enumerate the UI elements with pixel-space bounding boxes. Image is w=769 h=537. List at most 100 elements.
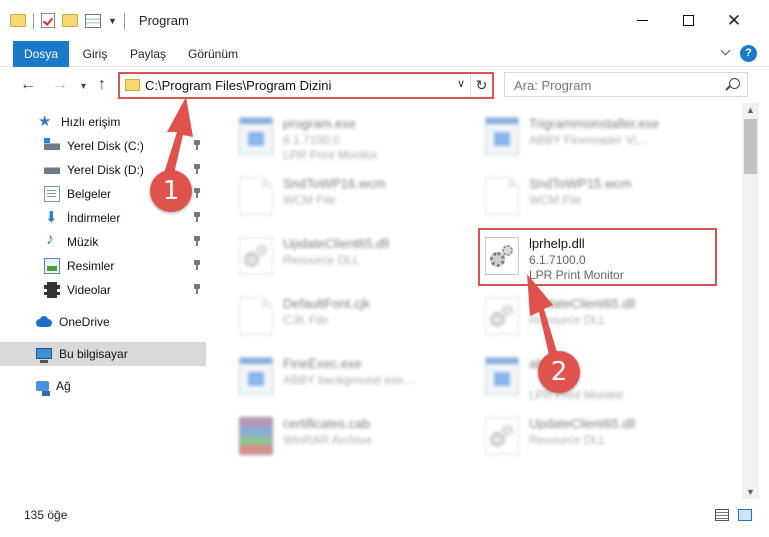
pin-icon[interactable] bbox=[193, 212, 201, 222]
sidebar-item-quick-access[interactable]: Hızlı erişim bbox=[0, 110, 206, 134]
sidebar-item-network[interactable]: Ağ bbox=[0, 374, 206, 398]
sidebar-item-this-pc[interactable]: Bu bilgisayar bbox=[0, 342, 206, 366]
file-item[interactable]: UpdateClient65.dll Resource DLL bbox=[233, 231, 465, 281]
file-item[interactable]: certificates.cab WinRAR Archive bbox=[233, 411, 465, 461]
network-icon bbox=[36, 381, 50, 396]
navigation-pane: Hızlı erişim Yerel Disk (C:) Yerel Disk … bbox=[0, 103, 207, 499]
window-title: Program bbox=[138, 13, 189, 28]
minimize-button[interactable] bbox=[619, 0, 665, 41]
file-list: program.exe 6.1.7100.0 LPR Print Monitor… bbox=[208, 103, 742, 499]
help-icon[interactable]: ? bbox=[740, 45, 757, 62]
tab-file[interactable]: Dosya bbox=[13, 41, 69, 67]
sidebar-item-label: Yerel Disk (C:) bbox=[67, 139, 144, 153]
file-name: UpdateClient65.dll bbox=[283, 236, 390, 251]
dll-icon bbox=[485, 297, 519, 335]
navigation-bar: ← → ▾ ↑ C:\Program Files\Program Dizini … bbox=[0, 67, 769, 103]
file-item[interactable]: UpdateClient65.dll Resource DLL bbox=[479, 291, 711, 341]
item-count: 135 öğe bbox=[24, 508, 68, 522]
file-item[interactable]: program.exe 6.1.7100.0 LPR Print Monitor bbox=[233, 111, 465, 162]
file-name: program.exe bbox=[283, 116, 356, 131]
sidebar-item-label: Videolar bbox=[67, 283, 111, 297]
computer-icon bbox=[36, 347, 52, 363]
exe-icon bbox=[485, 357, 519, 395]
sidebar-item-videos[interactable]: Videolar bbox=[0, 278, 206, 302]
sidebar-item-onedrive[interactable]: OneDrive bbox=[0, 310, 206, 334]
file-detail: Resource DLL bbox=[529, 433, 606, 447]
pictures-icon bbox=[44, 258, 60, 274]
tab-share[interactable]: Paylaş bbox=[124, 41, 172, 67]
search-icon[interactable] bbox=[729, 78, 740, 89]
gear-icon bbox=[502, 305, 513, 316]
address-bar[interactable]: C:\Program Files\Program Dizini ∨ ↻ bbox=[118, 72, 494, 99]
file-name: SndToWP16.wcm bbox=[283, 176, 386, 191]
title-bar: ▼ Program ✕ bbox=[0, 0, 769, 41]
file-item[interactable]: SndToWP16.wcm WCM File bbox=[233, 171, 465, 221]
minimize-icon bbox=[636, 20, 648, 21]
sidebar-item-music[interactable]: Müzik bbox=[0, 230, 206, 254]
pin-icon[interactable] bbox=[193, 140, 201, 150]
scroll-down-arrow-icon[interactable]: ▼ bbox=[746, 487, 755, 497]
file-item[interactable]: UpdateClient65.dll Resource DLL bbox=[479, 411, 711, 461]
maximize-button[interactable] bbox=[665, 0, 711, 41]
file-detail: LPR Print Monitor bbox=[283, 148, 378, 162]
search-input[interactable]: Ara: Program bbox=[514, 78, 591, 93]
file-detail: WCM File bbox=[283, 193, 336, 207]
pin-icon[interactable] bbox=[193, 188, 201, 198]
pin-icon[interactable] bbox=[193, 260, 201, 270]
archive-icon bbox=[239, 417, 273, 455]
details-view-icon[interactable] bbox=[715, 509, 729, 521]
star-icon bbox=[38, 112, 54, 130]
documents-icon bbox=[44, 186, 60, 202]
sidebar-item-label: İndirmeler bbox=[67, 211, 121, 225]
file-item[interactable]: SndToWP15.wcm WCM File bbox=[479, 171, 711, 221]
file-detail: CJK File bbox=[283, 313, 329, 327]
sidebar-item-label: Ağ bbox=[56, 379, 71, 393]
close-button[interactable]: ✕ bbox=[711, 0, 757, 41]
file-item[interactable]: ab... LPR Print Monitor bbox=[479, 351, 711, 402]
address-path[interactable]: C:\Program Files\Program Dizini bbox=[145, 78, 331, 93]
dll-icon bbox=[485, 417, 519, 455]
back-arrow-icon[interactable]: ← bbox=[20, 76, 36, 94]
tab-home[interactable]: Giriş bbox=[80, 41, 110, 67]
file-detail: ABBY background exe... bbox=[283, 373, 414, 387]
sidebar-item-label: OneDrive bbox=[59, 315, 110, 329]
exe-icon bbox=[239, 117, 273, 155]
recent-locations-chevron-icon[interactable]: ▾ bbox=[81, 78, 86, 96]
close-icon: ✕ bbox=[726, 11, 742, 30]
file-item[interactable]: DefaultFont.cjk CJK File bbox=[233, 291, 465, 341]
sidebar-item-pictures[interactable]: Resimler bbox=[0, 254, 206, 278]
file-name: certificates.cab bbox=[283, 416, 370, 431]
sidebar-item-label: Yerel Disk (D:) bbox=[67, 163, 144, 177]
file-item[interactable]: FineExec.exe ABBY background exe... bbox=[233, 351, 465, 401]
onedrive-icon bbox=[36, 314, 52, 330]
step-2-badge: 2 bbox=[538, 351, 580, 393]
scrollbar-thumb[interactable] bbox=[744, 119, 757, 174]
properties-icon[interactable] bbox=[85, 13, 101, 28]
customize-toolbar-dropdown-icon[interactable]: ▼ bbox=[108, 16, 117, 26]
expand-ribbon-chevron-icon[interactable] bbox=[720, 47, 732, 59]
address-dropdown-chevron-icon[interactable]: ∨ bbox=[457, 77, 465, 90]
new-folder-icon[interactable] bbox=[62, 14, 78, 27]
folder-icon bbox=[10, 14, 26, 27]
properties-check-icon[interactable] bbox=[41, 13, 55, 28]
pin-icon[interactable] bbox=[193, 284, 201, 294]
pin-icon[interactable] bbox=[193, 164, 201, 174]
highlight-box bbox=[478, 228, 717, 286]
sidebar-item-label: Hızlı erişim bbox=[61, 115, 121, 129]
file-detail: Resource DLL bbox=[283, 253, 360, 267]
vertical-scrollbar[interactable]: ▲ ▼ bbox=[742, 103, 759, 499]
search-box[interactable]: Ara: Program bbox=[504, 72, 748, 97]
status-bar: 135 öğe bbox=[0, 499, 769, 537]
folder-icon bbox=[125, 79, 140, 91]
forward-arrow-icon[interactable]: → bbox=[52, 76, 68, 94]
refresh-icon[interactable]: ↻ bbox=[470, 74, 492, 97]
scroll-up-arrow-icon[interactable]: ▲ bbox=[746, 105, 755, 115]
pin-icon[interactable] bbox=[193, 236, 201, 246]
sidebar-item-label: Müzik bbox=[67, 235, 99, 249]
up-arrow-icon[interactable]: ↑ bbox=[98, 76, 106, 94]
tiles-view-icon[interactable] bbox=[738, 509, 752, 521]
tab-view[interactable]: Görünüm bbox=[182, 41, 244, 67]
sidebar-item-label: Resimler bbox=[67, 259, 115, 273]
sidebar-item-local-disk-c[interactable]: Yerel Disk (C:) bbox=[0, 134, 206, 158]
file-item[interactable]: Trigrammsinstaller.exe ABBY Finereader V… bbox=[479, 111, 711, 161]
